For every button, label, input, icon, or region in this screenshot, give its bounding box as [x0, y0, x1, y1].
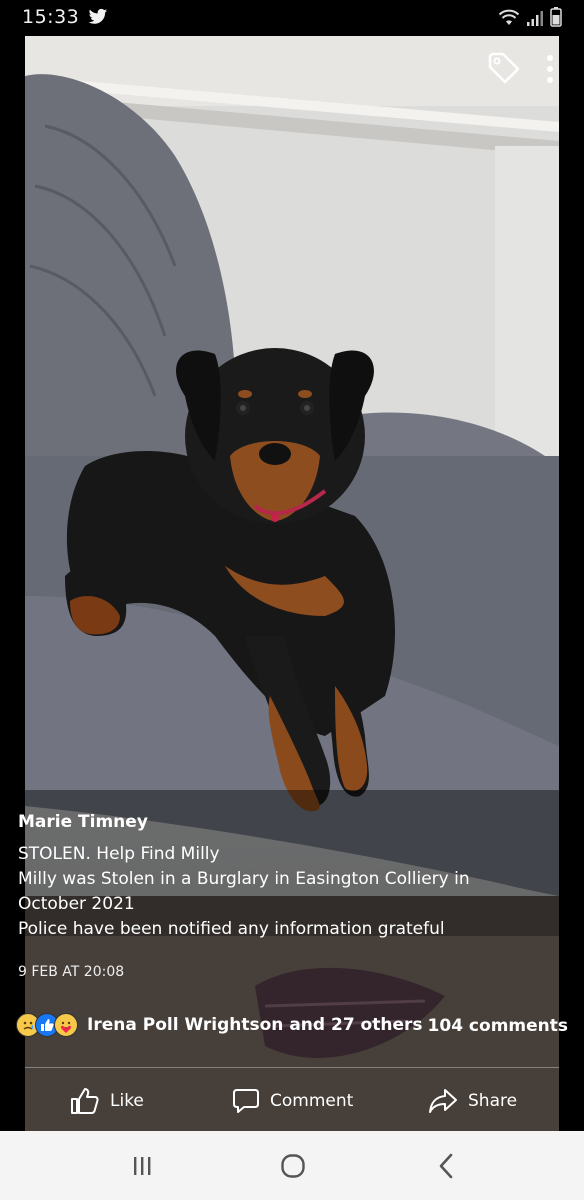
post-text: STOLEN. Help Find Milly Milly was Stolen… — [18, 842, 558, 942]
signal-icon — [527, 11, 543, 26]
comment-label: Comment — [270, 1091, 354, 1111]
recents-icon — [134, 1157, 151, 1175]
comment-count[interactable]: 104 comments — [428, 1016, 568, 1036]
back-icon — [439, 1153, 453, 1179]
back-button[interactable] — [432, 1151, 460, 1181]
status-bar: 15:33 — [0, 0, 584, 36]
post-text-line: October 2021 — [18, 894, 135, 914]
post-timestamp[interactable]: 9 FEB AT 20:08 — [18, 964, 124, 980]
battery-icon — [550, 7, 562, 27]
like-button[interactable]: Like — [70, 1082, 144, 1120]
post-text-line: STOLEN. Help Find Milly — [18, 844, 220, 864]
comment-icon — [233, 1089, 259, 1113]
twitter-icon — [88, 8, 108, 24]
status-icons — [498, 7, 562, 27]
post-text-line: Police have been notified any informatio… — [18, 919, 445, 939]
home-button[interactable] — [279, 1151, 307, 1181]
home-icon — [281, 1154, 305, 1178]
post-actions: Like Comment Share — [0, 1082, 584, 1120]
wifi-icon — [498, 9, 520, 25]
more-vert-icon[interactable] — [546, 54, 554, 84]
recents-button[interactable] — [128, 1151, 156, 1181]
reactor-names: Irena Poll Wrightson and 27 others — [87, 1015, 423, 1035]
reactions-summary[interactable]: Irena Poll Wrightson and 27 others — [16, 1013, 423, 1037]
post-text-line: Milly was Stolen in a Burglary in Easing… — [18, 869, 470, 889]
share-icon — [429, 1089, 457, 1113]
share-button[interactable]: Share — [428, 1082, 517, 1120]
like-icon — [71, 1088, 99, 1114]
android-nav-bar — [0, 1131, 584, 1200]
tag-icon[interactable] — [486, 50, 522, 86]
like-label: Like — [110, 1091, 144, 1111]
comment-button[interactable]: Comment — [232, 1082, 353, 1120]
care-emoji-icon — [54, 1013, 78, 1037]
share-label: Share — [468, 1091, 518, 1111]
status-time: 15:33 — [22, 6, 80, 28]
author-name[interactable]: Marie Timney — [18, 812, 148, 832]
divider — [25, 1067, 559, 1068]
